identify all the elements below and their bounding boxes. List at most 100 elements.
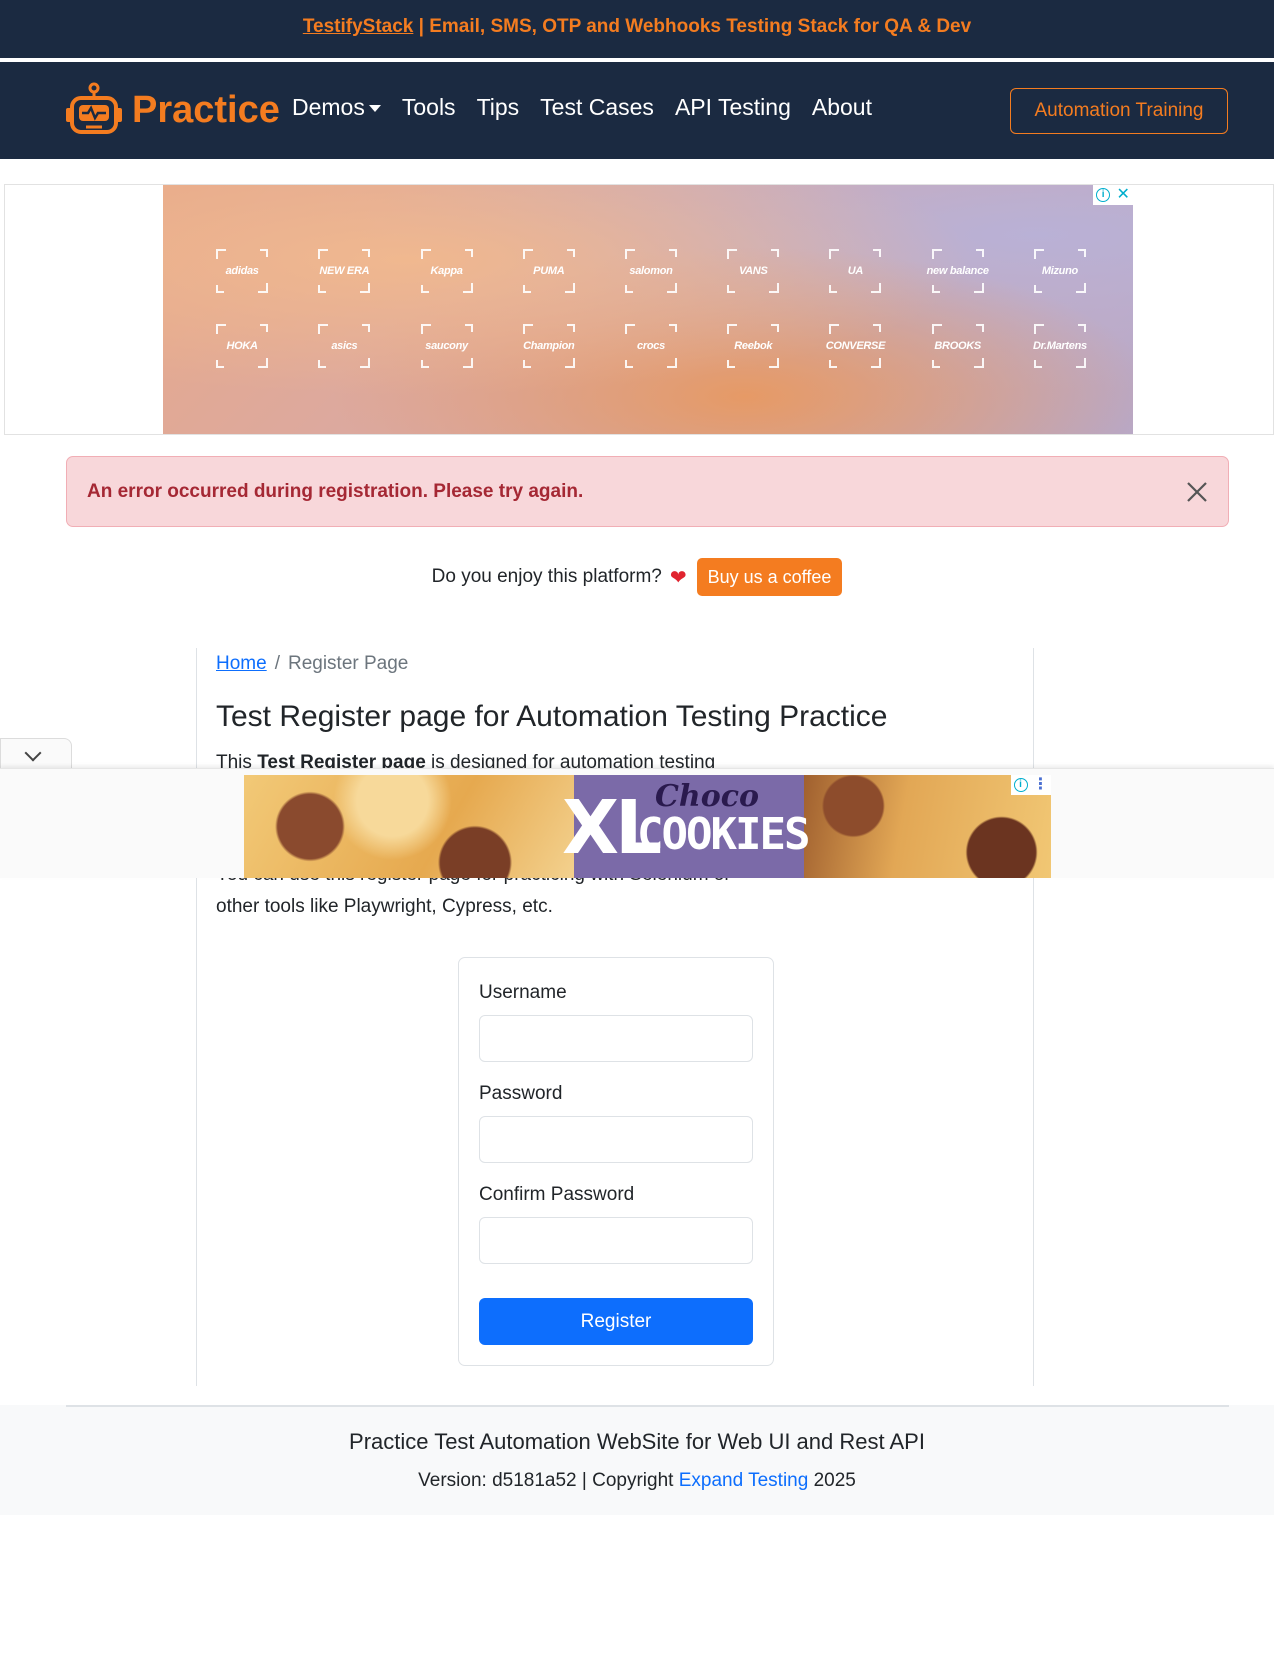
automation-training-button[interactable]: Automation Training xyxy=(1010,88,1228,134)
ad-brand-logo: CONVERSE xyxy=(825,340,886,352)
register-button[interactable]: Register xyxy=(479,1298,753,1345)
testifystack-link[interactable]: TestifyStack xyxy=(303,16,414,37)
ad-brand-frame: NEW ERA xyxy=(318,249,371,293)
ad-brand-logo: saucony xyxy=(425,340,468,352)
username-input[interactable] xyxy=(479,1015,753,1062)
ad-brand-cell: NEW ERA xyxy=(293,249,395,296)
breadcrumb-home-link[interactable]: Home xyxy=(216,653,267,674)
brand-name: Practice xyxy=(132,88,280,131)
ad-brand-frame: saucony xyxy=(420,324,473,368)
robot-logo-icon xyxy=(66,82,122,134)
confirm-password-label: Confirm Password xyxy=(479,1184,635,1205)
ad-brand-cell: BROOKS xyxy=(907,324,1009,371)
nav-links: Demos Tools Tips Test Cases API Testing … xyxy=(292,94,893,121)
ad-brand-logo: new balance xyxy=(926,265,989,277)
nav-test-cases[interactable]: Test Cases xyxy=(540,94,654,121)
ad-brand-cell: Dr.Martens xyxy=(1009,324,1111,371)
ad-brand-logo: UA xyxy=(847,265,864,277)
ad-brand-frame: Dr.Martens xyxy=(1032,324,1087,368)
usage-line-2: other tools like Playwright, Cypress, et… xyxy=(216,896,553,917)
cookie-ad-banner[interactable]: XL Choco COOKIES i ⋮ xyxy=(244,775,1051,878)
nav-demos-label: Demos xyxy=(292,94,365,120)
ad-headline-cookies: COOKIES xyxy=(637,809,810,860)
ad-brand-logo: crocs xyxy=(637,340,665,352)
ad-brand-cell: UA xyxy=(804,249,906,296)
promo-tagline: | Email, SMS, OTP and Webhooks Testing S… xyxy=(413,16,972,37)
ad-brand-logo: Mizuno xyxy=(1041,265,1078,277)
coffee-prompt: Do you enjoy this platform? ❤ Buy us a c… xyxy=(0,558,1274,596)
ad-brand-frame: Kappa xyxy=(420,249,473,293)
cookie-image-left xyxy=(244,775,574,878)
ad-brand-cell: asics xyxy=(293,324,395,371)
footer-divider xyxy=(66,1405,1229,1407)
ad-brand-cell: saucony xyxy=(395,324,497,371)
ad-brand-cell: CONVERSE xyxy=(804,324,906,371)
breadcrumb-current: Register Page xyxy=(287,653,409,674)
breadcrumb: Home / Register Page xyxy=(216,653,408,675)
nav-demos-dropdown[interactable]: Demos xyxy=(292,94,381,121)
more-options-icon[interactable]: ⋮ xyxy=(1033,777,1049,793)
register-form: Username Password Confirm Password Regis… xyxy=(458,957,774,1366)
main-navbar: Practice Demos Tools Tips Test Cases API… xyxy=(0,62,1274,159)
buy-coffee-button[interactable]: Buy us a coffee xyxy=(696,558,843,596)
error-alert: An error occurred during registration. P… xyxy=(66,456,1229,527)
ad-brand-cell: HOKA xyxy=(191,324,293,371)
main-content: Home / Register Page Test Register page fo… xyxy=(196,648,1034,1386)
ad-brand-cell: PUMA xyxy=(498,249,600,296)
footer: Practice Test Automation WebSite for Web… xyxy=(0,1405,1274,1515)
ad-brand-logo: BROOKS xyxy=(934,340,981,352)
ad-brand-frame: UA xyxy=(829,249,882,293)
nav-tools[interactable]: Tools xyxy=(402,94,456,121)
ad-close-icon[interactable]: ✕ xyxy=(1116,187,1129,203)
footer-copyright: Version: d5181a52 | Copyright Expand Tes… xyxy=(0,1470,1274,1492)
ad-brand-logo: asics xyxy=(331,340,358,352)
nav-api-testing[interactable]: API Testing xyxy=(675,94,791,121)
ad-brand-frame: Champion xyxy=(522,324,575,368)
ad-brand-cell: VANS xyxy=(702,249,804,296)
footer-year: 2025 xyxy=(808,1470,856,1491)
promo-text: TestifyStack | Email, SMS, OTP and Webho… xyxy=(303,16,971,38)
caret-down-icon xyxy=(368,105,381,113)
ad-info-icon[interactable]: i xyxy=(1013,778,1028,792)
ad-brand-cell: new balance xyxy=(907,249,1009,296)
confirm-password-input[interactable] xyxy=(479,1217,753,1264)
ad-brand-logo: PUMA xyxy=(533,265,565,277)
ad-brand-logo: Dr.Martens xyxy=(1032,340,1087,352)
ad-choices-2[interactable]: i ⋮ xyxy=(1011,775,1051,795)
ad-brand-logo: Kappa xyxy=(430,265,463,277)
nav-tips[interactable]: Tips xyxy=(477,94,520,121)
password-input[interactable] xyxy=(479,1116,753,1163)
password-label: Password xyxy=(479,1083,563,1104)
nav-about[interactable]: About xyxy=(812,94,872,121)
ad-brand-logo: Reebok xyxy=(734,340,773,352)
top-ad-banner[interactable]: adidas NEW ERA Kappa PUMA salomon VANS UA new b… xyxy=(163,185,1133,434)
brand-logo-grid: adidas NEW ERA Kappa PUMA salomon VANS UA new b… xyxy=(191,249,1111,371)
ad-brand-cell: salomon xyxy=(600,249,702,296)
brand-logo-link[interactable]: Practice xyxy=(64,80,280,140)
top-promo-banner: TestifyStack | Email, SMS, OTP and Webho… xyxy=(0,0,1274,60)
close-icon[interactable] xyxy=(1184,479,1210,505)
username-label: Username xyxy=(479,982,567,1003)
ad-choices[interactable]: i ✕ xyxy=(1093,185,1133,205)
ad-brand-logo: salomon xyxy=(629,265,673,277)
footer-version: Version: d5181a52 | Copyright xyxy=(418,1470,679,1491)
chevron-down-icon xyxy=(24,744,42,762)
ad-brand-cell: adidas xyxy=(191,249,293,296)
ad-brand-logo: HOKA xyxy=(226,340,259,352)
ad-brand-cell: Mizuno xyxy=(1009,249,1111,296)
ad-brand-logo: Champion xyxy=(523,340,575,352)
ad-brand-frame: new balance xyxy=(926,249,989,293)
ad-brand-cell: Reebok xyxy=(702,324,804,371)
expand-testing-link[interactable]: Expand Testing xyxy=(679,1470,809,1491)
ad-brand-frame: CONVERSE xyxy=(825,324,886,368)
footer-title: Practice Test Automation WebSite for Web… xyxy=(349,1429,925,1454)
ad-brand-frame: Reebok xyxy=(727,324,780,368)
ad-brand-cell: crocs xyxy=(600,324,702,371)
ad-brand-logo: VANS xyxy=(738,265,768,277)
ad-brand-logo: adidas xyxy=(225,265,259,277)
collapse-ad-tab[interactable] xyxy=(0,738,72,770)
ad-info-icon[interactable]: i xyxy=(1096,188,1111,202)
ad-brand-frame: BROOKS xyxy=(931,324,984,368)
coffee-question: Do you enjoy this platform? xyxy=(431,566,662,587)
ad-brand-frame: adidas xyxy=(216,249,269,293)
